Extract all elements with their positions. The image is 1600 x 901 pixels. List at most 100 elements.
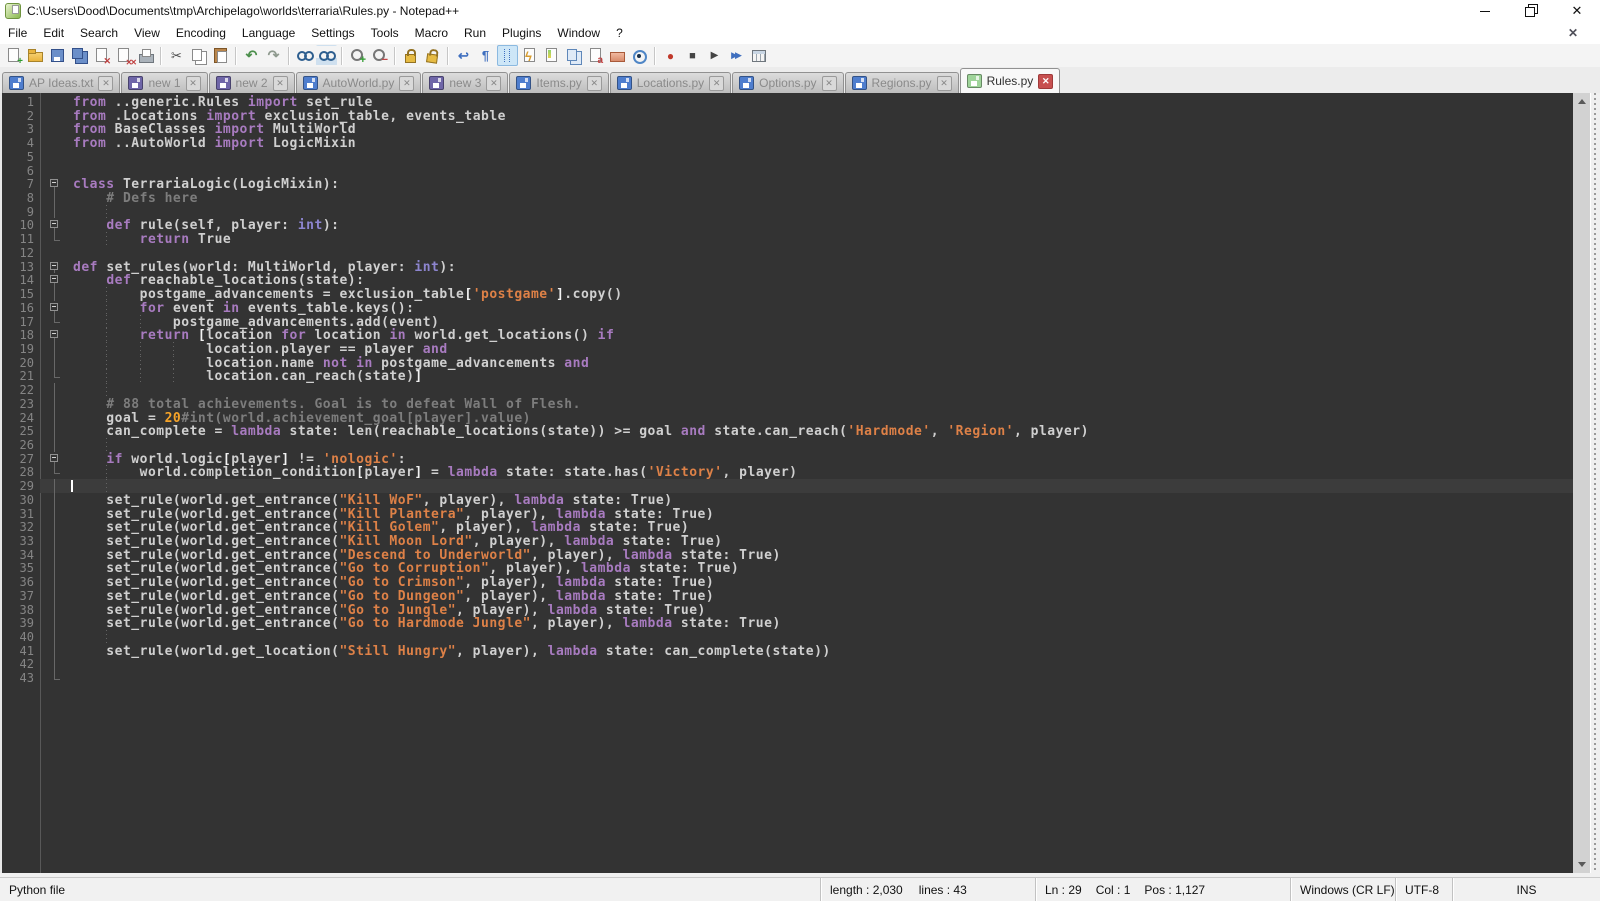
tab-close-icon[interactable] [98, 76, 113, 91]
macro-play-icon[interactable] [704, 45, 725, 66]
fold-tree-line [40, 465, 67, 479]
menu-item-encoding[interactable]: Encoding [168, 23, 234, 43]
fold-collapse-icon[interactable] [40, 260, 67, 274]
line-number: 29 [2, 479, 40, 493]
tab-close-icon[interactable] [937, 76, 952, 91]
vertical-scrollbar[interactable] [1573, 93, 1590, 873]
redo-icon[interactable] [263, 45, 284, 66]
tab-regions-py[interactable]: Regions.py [845, 72, 959, 93]
open-file-icon[interactable] [25, 45, 46, 66]
copy-icon[interactable] [188, 45, 209, 66]
tab-close-icon[interactable] [1038, 74, 1053, 89]
doc-map-icon[interactable] [541, 45, 562, 66]
code-line-text: set_rule(world.get_entrance("Go to Corru… [67, 561, 1573, 575]
undo-icon[interactable] [241, 45, 262, 66]
tab-close-icon[interactable] [822, 76, 837, 91]
menu-item-window[interactable]: Window [549, 23, 608, 43]
close-all-icon[interactable] [113, 45, 134, 66]
tab-new-3[interactable]: new 3 [422, 72, 508, 93]
menu-item-search[interactable]: Search [72, 23, 126, 43]
tab-close-icon[interactable] [709, 76, 724, 91]
fold-collapse-icon[interactable] [40, 177, 67, 191]
menu-item-macro[interactable]: Macro [407, 23, 456, 43]
fold-collapse-icon[interactable] [40, 452, 67, 466]
indent-guide-line [106, 356, 107, 370]
fold-tree-line [40, 397, 67, 411]
tab-ap-ideas-txt[interactable]: AP Ideas.txt [2, 72, 120, 93]
macro-stop-icon[interactable] [682, 45, 703, 66]
fold-collapse-icon[interactable] [40, 218, 67, 232]
tab-locations-py[interactable]: Locations.py [610, 72, 731, 93]
replace-icon[interactable] [316, 45, 337, 66]
new-file-icon[interactable] [3, 45, 24, 66]
minimize-button[interactable] [1462, 0, 1508, 22]
code-line-text [67, 479, 1573, 493]
tab-autoworld-py[interactable]: AutoWorld.py [296, 72, 422, 93]
zoom-out-icon[interactable] [369, 45, 390, 66]
menu-item-tools[interactable]: Tools [363, 23, 407, 43]
fold-collapse-icon[interactable] [40, 273, 67, 287]
scroll-down-arrow-icon[interactable] [1573, 856, 1590, 873]
find-icon[interactable] [294, 45, 315, 66]
macro-record-icon[interactable] [660, 45, 681, 66]
code-line-text: from BaseClasses import MultiWorld [67, 122, 1573, 136]
tab-label: AP Ideas.txt [29, 76, 93, 90]
tab-items-py[interactable]: Items.py [509, 72, 608, 93]
menu-item-plugins[interactable]: Plugins [494, 23, 549, 43]
sync-v-icon[interactable] [400, 45, 421, 66]
menu-item-edit[interactable]: Edit [35, 23, 72, 43]
fold-margin [40, 109, 67, 123]
menu-item-view[interactable]: View [126, 23, 168, 43]
menu-item-settings[interactable]: Settings [303, 23, 362, 43]
line-number: 39 [2, 616, 40, 630]
function-list-icon[interactable] [519, 45, 540, 66]
close-window-button[interactable] [1554, 0, 1600, 22]
print-icon[interactable] [135, 45, 156, 66]
tab-new-2[interactable]: new 2 [209, 72, 295, 93]
menu-item-file[interactable]: File [0, 23, 35, 43]
save-icon[interactable] [47, 45, 68, 66]
code-line: 15 postgame_advancements = exclusion_tab… [2, 287, 1573, 301]
tab-options-py[interactable]: Options.py [732, 72, 843, 93]
word-wrap-icon[interactable] [453, 45, 474, 66]
fold-collapse-icon[interactable] [40, 328, 67, 342]
menu-item-run[interactable]: Run [456, 23, 494, 43]
status-eol-format[interactable]: Windows (CR LF) [1290, 878, 1395, 901]
zoom-in-icon[interactable] [347, 45, 368, 66]
close-icon[interactable] [91, 45, 112, 66]
indent-guide-line [140, 356, 141, 370]
macro-save-icon[interactable] [748, 45, 769, 66]
code-line: 37 set_rule(world.get_entrance("Go to Du… [2, 589, 1573, 603]
status-encoding[interactable]: UTF-8 [1395, 878, 1452, 901]
macro-run-multiple-icon[interactable] [726, 45, 747, 66]
code-line-text [67, 164, 1573, 178]
fold-tree-line [40, 589, 67, 603]
code-text-area[interactable]: 1from ..generic.Rules import set_rule2fr… [2, 93, 1573, 873]
function-def-icon[interactable] [585, 45, 606, 66]
save-all-icon[interactable] [69, 45, 90, 66]
restore-button[interactable] [1508, 0, 1554, 22]
indent-guide-icon[interactable] [497, 45, 518, 66]
tab-new-1[interactable]: new 1 [121, 72, 207, 93]
fold-tree-line [40, 616, 67, 630]
close-document-icon[interactable] [1568, 26, 1578, 40]
sync-h-icon[interactable] [421, 44, 445, 68]
tab-close-icon[interactable] [186, 76, 201, 91]
tab-close-icon[interactable] [587, 76, 602, 91]
menu-item-language[interactable]: Language [234, 23, 303, 43]
tab-rules-py[interactable]: Rules.py [960, 68, 1061, 93]
indent-guide-line [106, 465, 107, 479]
tab-close-icon[interactable] [399, 76, 414, 91]
fold-collapse-icon[interactable] [40, 301, 67, 315]
folder-workspace-icon[interactable] [607, 45, 628, 66]
tab-close-icon[interactable] [273, 76, 288, 91]
doc-list-icon[interactable] [563, 45, 584, 66]
show-all-chars-icon[interactable] [475, 45, 496, 66]
status-typing-mode[interactable]: INS [1452, 878, 1600, 901]
monitoring-icon[interactable] [629, 45, 650, 66]
menu-item-help[interactable]: ? [608, 23, 631, 43]
tab-close-icon[interactable] [486, 76, 501, 91]
paste-icon[interactable] [210, 45, 231, 66]
cut-icon[interactable] [166, 45, 187, 66]
scroll-up-arrow-icon[interactable] [1573, 93, 1590, 110]
